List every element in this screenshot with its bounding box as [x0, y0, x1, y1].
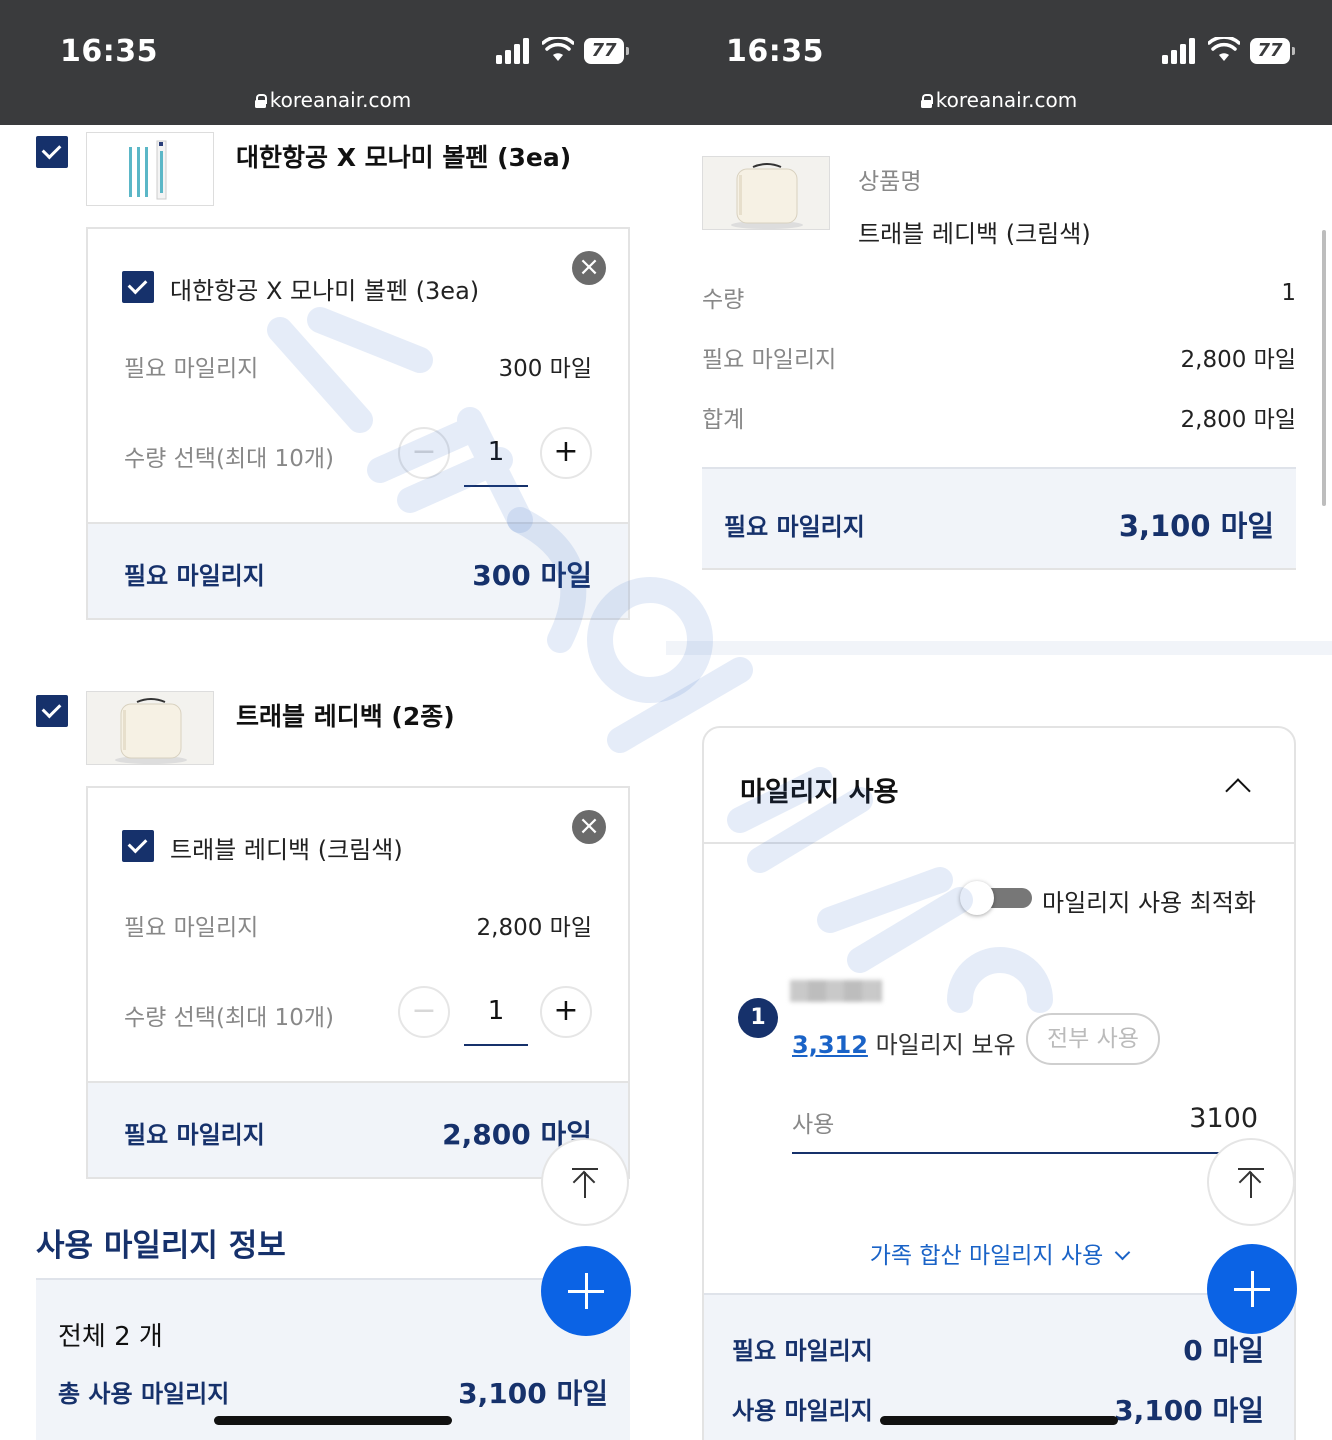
use-underline	[792, 1152, 1220, 1154]
status-time: 16:35	[726, 34, 824, 69]
balance-label: 마일리지 보유	[875, 1031, 1016, 1059]
product-name-label: 상품명	[858, 169, 922, 195]
sum-label: 합계	[702, 407, 745, 433]
total-label: 필요 마일리지	[724, 513, 865, 541]
minus-icon[interactable]: −	[398, 427, 450, 479]
signal-icon	[1162, 38, 1198, 64]
lock-icon	[920, 94, 933, 108]
total-label: 총 사용 마일리지	[58, 1380, 230, 1408]
battery-icon: 77	[584, 38, 629, 64]
footer-label: 필요 마일리지	[124, 1121, 265, 1149]
close-icon[interactable]: ×	[572, 810, 606, 844]
total-value: 3,100 마일	[1118, 509, 1274, 543]
sum-value: 2,800 마일	[1180, 407, 1296, 433]
chevron-up-icon[interactable]	[1225, 778, 1251, 804]
home-indicator	[880, 1416, 1118, 1425]
toggle-knob[interactable]	[960, 881, 994, 915]
footer-value: 300 마일	[472, 559, 592, 592]
optimize-label: 마일리지 사용 최적화	[1042, 889, 1256, 917]
balance-row: 3,312 마일리지 보유	[792, 1025, 1016, 1060]
option-checkbox[interactable]	[122, 830, 154, 862]
scroll-top-icon[interactable]	[1207, 1138, 1295, 1226]
home-indicator	[214, 1416, 452, 1425]
left-screen: 16:35 77 koreanair.com 대한항공 X 모나미 볼펜 (3e…	[0, 0, 666, 1440]
plus-icon[interactable]: +	[540, 427, 592, 479]
status-bar: 16:35 77 koreanair.com	[666, 0, 1332, 125]
total-count: 전체 2 개	[58, 1322, 163, 1352]
lock-icon	[254, 94, 267, 108]
required-label: 필요 마일리지	[124, 356, 259, 382]
status-bar: 16:35 77 koreanair.com	[0, 0, 666, 125]
qty-label: 수량 선택(최대 10개)	[124, 446, 334, 472]
option-card: 대한항공 X 모나미 볼펜 (3ea) × 필요 마일리지 300 마일 수량 …	[86, 227, 630, 620]
use-label: 사용	[792, 1112, 835, 1138]
member-badge: 1	[738, 998, 778, 1038]
qty-label: 수량 선택(최대 10개)	[124, 1005, 334, 1031]
bag-image	[115, 698, 187, 764]
wifi-icon	[542, 37, 574, 61]
bag-image	[731, 163, 803, 229]
qty-underline	[464, 1044, 528, 1046]
pen-image	[129, 140, 167, 200]
qty-value: 1	[1281, 280, 1296, 306]
required-label: 필요 마일리지	[702, 347, 837, 373]
qty-label: 수량	[702, 287, 745, 313]
add-icon[interactable]	[541, 1246, 631, 1336]
use-all-button[interactable]: 전부 사용	[1026, 1013, 1160, 1065]
product-checkbox[interactable]	[36, 136, 68, 168]
product-title[interactable]: 트래블 레디백 (2종)	[236, 697, 455, 733]
option-name: 대한항공 X 모나미 볼펜 (3ea)	[170, 277, 480, 305]
mileage-card-title[interactable]: 마일리지 사용	[740, 770, 898, 809]
minus-icon[interactable]: −	[398, 986, 450, 1038]
required-value: 0 마일	[1183, 1334, 1264, 1367]
bag-thumbnail	[702, 156, 830, 230]
qty-underline	[464, 485, 528, 487]
member-name-blurred	[790, 980, 882, 1002]
footer-label: 필요 마일리지	[124, 562, 265, 590]
option-card: 트래블 레디백 (크림색) × 필요 마일리지 2,800 마일 수량 선택(최…	[86, 786, 630, 1179]
bag-thumbnail[interactable]	[86, 691, 214, 765]
option-name: 트래블 레디백 (크림색)	[170, 836, 403, 864]
balance-value[interactable]: 3,312	[792, 1031, 868, 1059]
url-text: koreanair.com	[269, 88, 412, 112]
scroll-top-icon[interactable]	[541, 1138, 629, 1226]
pen-thumbnail[interactable]	[86, 132, 214, 206]
use-input[interactable]: 3100	[1189, 1103, 1258, 1134]
required-label: 필요 마일리지	[124, 915, 259, 941]
required-value: 300 마일	[498, 356, 592, 382]
card-divider	[704, 842, 1294, 844]
required-value: 2,800 마일	[476, 915, 592, 941]
family-mileage-link[interactable]: 가족 합산 마일리지 사용	[704, 1236, 1294, 1270]
product-title[interactable]: 대한항공 X 모나미 볼펜 (3ea)	[236, 138, 571, 174]
chevron-down-icon	[1114, 1244, 1131, 1261]
product-name-value: 트래블 레디백 (크림색)	[858, 220, 1091, 248]
mileage-card: 마일리지 사용 마일리지 사용 최적화 1 3,312 마일리지 보유 전부 사…	[702, 726, 1296, 1440]
add-icon[interactable]	[1207, 1244, 1297, 1334]
close-icon[interactable]: ×	[572, 251, 606, 285]
product-checkbox[interactable]	[36, 695, 68, 727]
address-bar[interactable]: koreanair.com	[666, 88, 1332, 112]
total-value: 3,100 마일	[458, 1377, 608, 1410]
qty-input[interactable]: 1	[464, 996, 528, 1026]
used-label: 사용 마일리지	[732, 1397, 873, 1425]
address-bar[interactable]: koreanair.com	[0, 88, 666, 112]
family-link-text: 가족 합산 마일리지 사용	[869, 1243, 1104, 1269]
signal-icon	[496, 38, 532, 64]
status-time: 16:35	[60, 34, 158, 69]
right-screen: 16:35 77 koreanair.com 상품명 트래블 레디백 (크림색)…	[666, 0, 1332, 1440]
option-footer: 필요 마일리지 300 마일	[88, 522, 628, 618]
battery-icon: 77	[1250, 38, 1295, 64]
qty-input[interactable]: 1	[464, 437, 528, 467]
total-box: 필요 마일리지 3,100 마일	[702, 467, 1296, 570]
scrollbar[interactable]	[1322, 230, 1326, 506]
section-divider	[666, 641, 1332, 655]
section-title: 사용 마일리지 정보	[36, 1228, 286, 1264]
wifi-icon	[1208, 37, 1240, 61]
plus-icon[interactable]: +	[540, 986, 592, 1038]
url-text: koreanair.com	[935, 88, 1078, 112]
required-value: 2,800 마일	[1180, 347, 1296, 373]
used-value: 3,100 마일	[1114, 1394, 1264, 1427]
option-checkbox[interactable]	[122, 271, 154, 303]
required-label: 필요 마일리지	[732, 1337, 873, 1365]
